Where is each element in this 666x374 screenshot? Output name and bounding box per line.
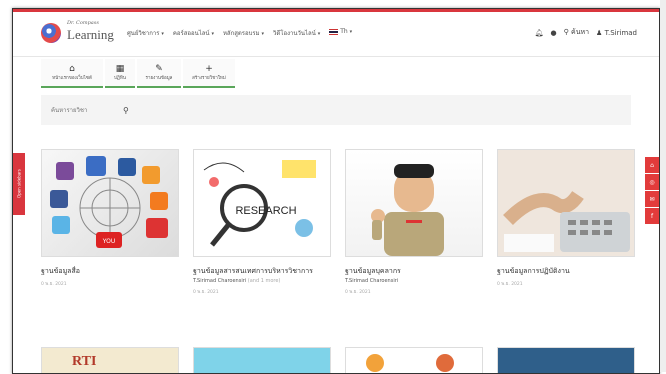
course-title[interactable]: ฐานข้อมูลสื่อ: [41, 266, 177, 276]
card-image-tag: RTI: [72, 354, 97, 369]
menu-item-training[interactable]: หลักสูตรอบรม ▾: [223, 28, 264, 38]
course-card-partial[interactable]: [193, 347, 331, 373]
quick-toolbar: ⌂ หน้าแรกของเว็บไซต์ ▦ ปฏิทิน ✎ รายงานข้…: [41, 59, 235, 88]
chevron-down-icon: ▾: [349, 29, 353, 35]
chevron-down-icon: ▾: [261, 31, 265, 37]
chat-icon[interactable]: ●: [551, 29, 557, 37]
course-meta: 0 พ.ย. 2021: [41, 282, 67, 287]
course-thumbnail: RESEARCH: [193, 149, 331, 257]
course-card[interactable]: ฐานข้อมูลการปฏิบัติงาน 0 พ.ย. 2021: [497, 149, 635, 287]
toolbar-calendar[interactable]: ▦ ปฏิทิน: [105, 59, 135, 88]
menu-item-online-courses[interactable]: คอร์สออนไลน์ ▾: [173, 28, 214, 38]
course-title[interactable]: ฐานข้อมูลบุคลากร: [345, 266, 481, 276]
course-meta: 0 พ.ย. 2021: [497, 282, 523, 287]
card-image-tag: YOU: [102, 238, 115, 245]
course-meta: 0 พ.ย. 2021: [345, 290, 371, 295]
user-menu[interactable]: ♟ T.Sirimad: [596, 29, 637, 37]
nav-search[interactable]: ⚲ ค้นหา: [564, 27, 589, 38]
logo-big-text: Learning: [67, 27, 114, 42]
scrollbar[interactable]: [660, 0, 666, 372]
right-nav: 🔔︎ ● ⚲ ค้นหา ♟ T.Sirimad: [535, 27, 637, 38]
course-author: T.Sirimad Charoensiri (and 1 more): [193, 278, 281, 284]
toolbar-reports[interactable]: ✎ รายงานข้อมูล: [137, 59, 181, 88]
home-share-icon[interactable]: ⌂: [645, 157, 659, 173]
social-share-bar: ⌂ ◎ ✉ f: [645, 157, 659, 225]
menu-item-videos[interactable]: วิดีโองานวันไลน์ ▾: [273, 28, 320, 38]
course-author: T.Sirimad Charoensiri: [345, 278, 399, 284]
course-title[interactable]: ฐานข้อมูลสารสนเทศการบริหารวิชาการ: [193, 266, 329, 276]
top-navbar: Dr. Compass Learning ศูนย์วิชาการ ▾ คอร์…: [13, 12, 659, 57]
menu-item-academic[interactable]: ศูนย์วิชาการ ▾: [127, 28, 164, 38]
bell-icon[interactable]: 🔔︎: [535, 29, 544, 37]
site-logo[interactable]: Dr. Compass Learning: [41, 20, 121, 50]
course-thumbnail: [345, 149, 483, 257]
chevron-down-icon: ▾: [161, 31, 164, 37]
social-media-illustration: YOU: [50, 156, 168, 248]
search-icon[interactable]: ⚲: [123, 106, 129, 115]
mail-icon[interactable]: ✉: [645, 191, 659, 207]
search-icon: ⚲: [563, 28, 569, 36]
plus-icon: +: [205, 64, 213, 74]
logo-small-text: Dr. Compass: [67, 20, 99, 26]
browser-frame: Dr. Compass Learning ศูนย์วิชาการ ▾ คอร์…: [12, 8, 660, 374]
link-icon[interactable]: ◎: [645, 174, 659, 190]
course-search-bar: ⚲: [41, 95, 631, 125]
toolbar-home[interactable]: ⌂ หน้าแรกของเว็บไซต์: [41, 59, 103, 88]
course-card-partial[interactable]: [345, 347, 483, 373]
course-card-partial[interactable]: [497, 347, 635, 373]
course-search-input[interactable]: [49, 105, 123, 115]
staff-photo: [371, 164, 444, 256]
language-selector[interactable]: Th ▾: [329, 28, 352, 38]
chevron-down-icon: ▾: [211, 31, 214, 37]
course-card[interactable]: YOU ฐานข้อมูลสื่อ 0 พ.ย. 2021: [41, 149, 179, 287]
accounting-photo: [498, 150, 634, 256]
research-illustration: RESEARCH: [203, 160, 316, 247]
toolbar-new-course[interactable]: + สร้างรายวิชาใหม่: [183, 59, 235, 88]
course-card-partial[interactable]: RTI: [41, 347, 179, 373]
chevron-down-icon: ▾: [317, 31, 321, 37]
facebook-icon[interactable]: f: [645, 208, 659, 224]
logo-emblem-icon: [41, 23, 61, 43]
course-thumbnail: [497, 149, 635, 257]
flag-icon: [329, 28, 339, 35]
course-title[interactable]: ฐานข้อมูลการปฏิบัติงาน: [497, 266, 633, 276]
card-image-tag: RESEARCH: [235, 205, 296, 217]
report-icon: ✎: [155, 64, 163, 74]
home-icon: ⌂: [69, 64, 75, 74]
course-search-box: ⚲: [49, 101, 139, 119]
course-grid: YOU ฐานข้อมูลสื่อ 0 พ.ย. 2021 RESEARCH ฐ…: [41, 149, 641, 373]
calendar-icon: ▦: [115, 64, 125, 74]
user-icon: ♟: [596, 28, 603, 37]
course-thumbnail: YOU: [41, 149, 179, 257]
course-card[interactable]: RESEARCH ฐานข้อมูลสารสนเทศการบริหารวิชาก…: [193, 149, 331, 295]
open-sidebar-tab[interactable]: Open sidebars: [13, 153, 25, 215]
main-menu: ศูนย์วิชาการ ▾ คอร์สออนไลน์ ▾ หลักสูตรอบ…: [127, 28, 352, 38]
course-card[interactable]: ฐานข้อมูลบุคลากร T.Sirimad Charoensiri 0…: [345, 149, 483, 295]
course-meta: 0 พ.ย. 2021: [193, 290, 219, 295]
